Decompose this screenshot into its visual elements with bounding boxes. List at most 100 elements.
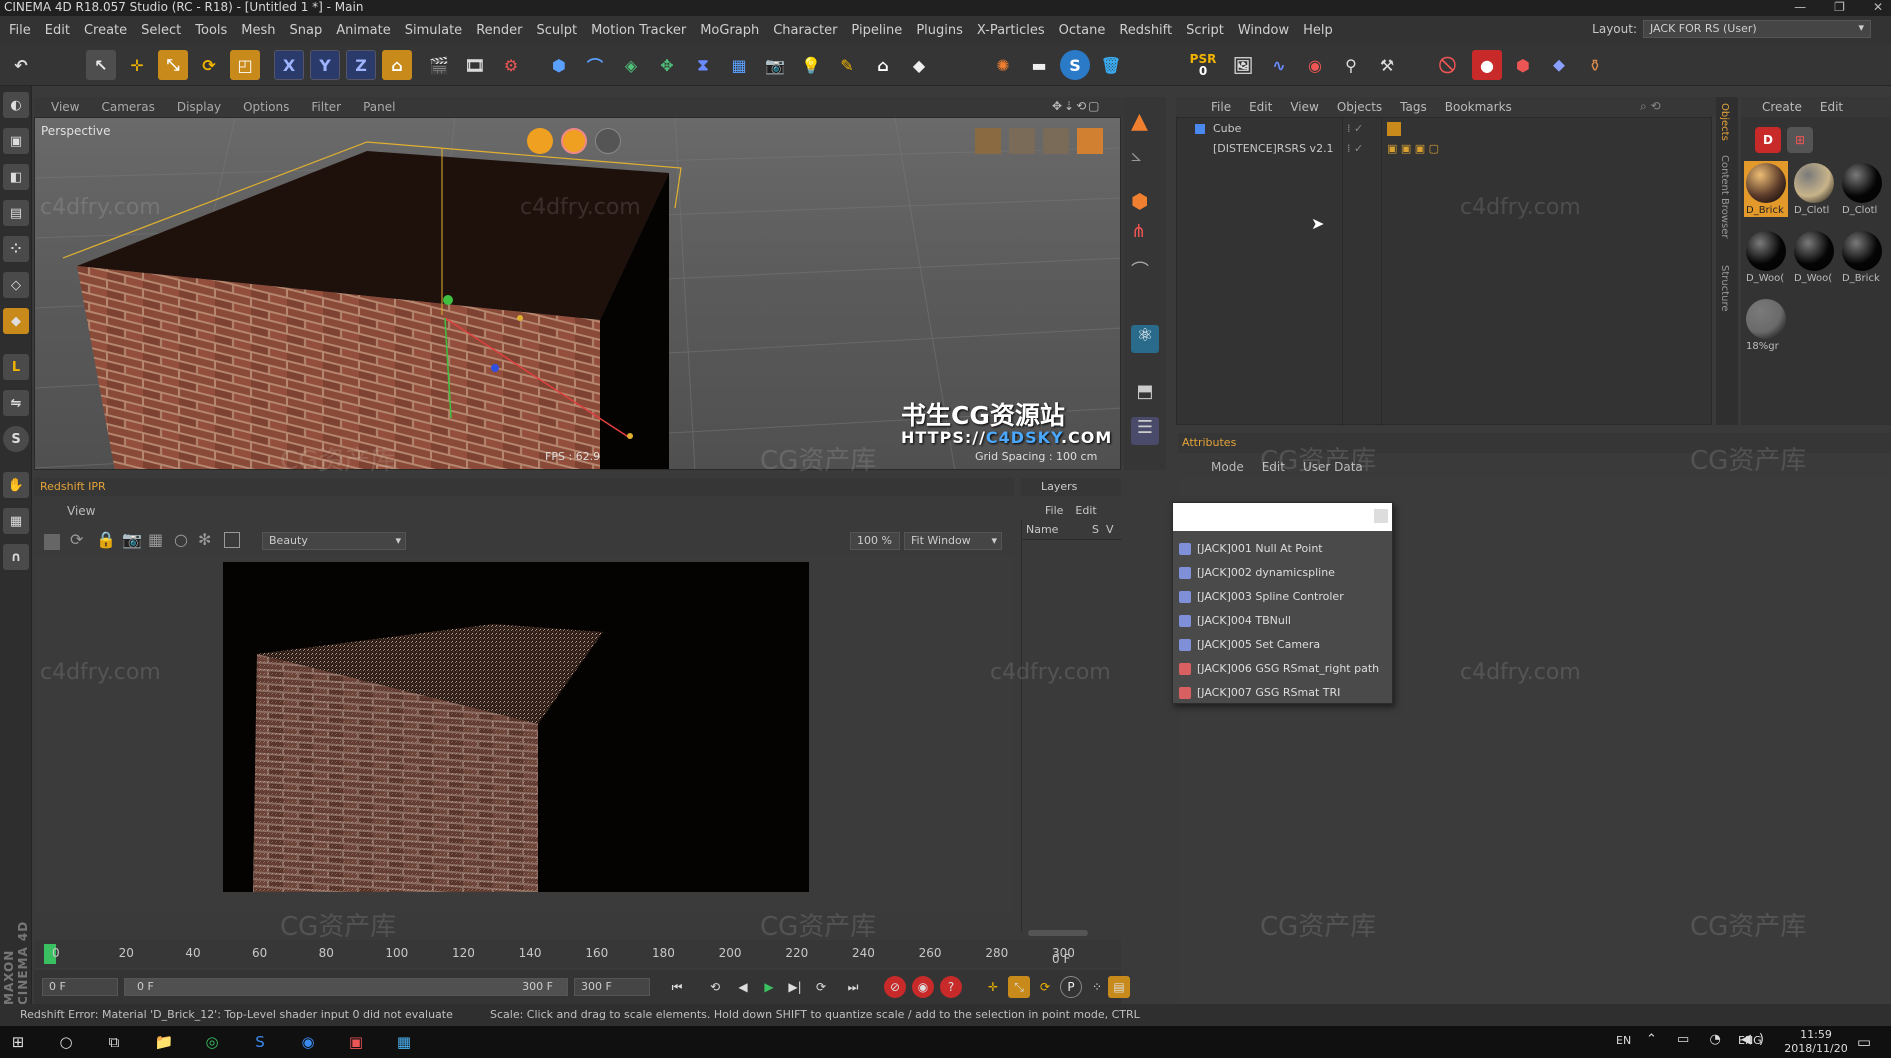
attr-menu-mode[interactable]: Mode (1202, 460, 1253, 474)
dropdown-item[interactable]: [JACK]006 GSG RSmat_right path (1173, 657, 1392, 681)
house-icon[interactable]: ⌂ (868, 50, 898, 80)
dropdown-item[interactable]: [JACK]004 TBNull (1173, 609, 1392, 633)
menu-mesh[interactable]: Mesh (234, 23, 282, 38)
lock-icon[interactable]: 🔒 (96, 530, 116, 549)
menu-tools[interactable]: Tools (188, 23, 234, 38)
axis-z-button[interactable]: Z (346, 50, 376, 80)
measure-icon[interactable]: ⦣ (1131, 145, 1159, 171)
grid-icon[interactable]: ▦ (3, 508, 29, 534)
layers-scrollbar[interactable] (1028, 930, 1088, 936)
bottle-icon[interactable]: ⚱ (1580, 50, 1610, 80)
windows-start-icon[interactable]: ⊞ (6, 1030, 30, 1054)
material-swatch[interactable]: D_Brick (1840, 229, 1884, 285)
tab-objects[interactable]: Objects (1719, 103, 1730, 141)
key-rotation-icon[interactable]: ⟳ (1034, 976, 1056, 998)
tab-structure[interactable]: Structure (1719, 265, 1730, 312)
render-off-icon[interactable] (595, 128, 621, 154)
layout-dropdown[interactable]: JACK FOR RS (User) ▾ (1643, 20, 1871, 38)
model-mode-icon[interactable]: ▣ (3, 128, 29, 154)
region-icon[interactable] (224, 532, 240, 548)
fit-select[interactable]: Fit Window ▾ (904, 532, 1002, 550)
viewport-nav-icons[interactable]: ✥⇣⟲▢ (1052, 99, 1102, 113)
menu-simulate[interactable]: Simulate (398, 23, 469, 38)
menu-script[interactable]: Script (1179, 23, 1231, 38)
undo-icon[interactable]: ↶ (6, 50, 36, 80)
grid-view-icon[interactable]: ▦ (148, 530, 163, 549)
axis-x-button[interactable]: X (274, 50, 304, 80)
key-pla-icon[interactable]: ⁘ (1086, 976, 1108, 998)
redshift-render-icon[interactable]: ✺ (988, 50, 1018, 80)
sogou-icon[interactable]: S (248, 1030, 272, 1054)
close-button[interactable]: ✕ (1873, 0, 1883, 16)
psr-button[interactable]: PSR 0 (1188, 50, 1218, 80)
layers-menu-edit[interactable]: Edit (1075, 504, 1096, 517)
menu-snap[interactable]: Snap (283, 23, 330, 38)
dropdown-search-field[interactable] (1173, 503, 1392, 531)
display-solid-icon[interactable] (1077, 128, 1103, 154)
rotate-icon[interactable]: ⟳ (194, 50, 224, 80)
menu-character[interactable]: Character (766, 23, 844, 38)
keyframe-help-icon[interactable]: ? (940, 976, 962, 998)
triangle-tool-icon[interactable]: ▲ (1131, 109, 1159, 135)
prev-frame-icon[interactable]: ◀ (732, 976, 754, 998)
magnet-snap-icon[interactable]: ∩ (3, 544, 29, 570)
menu-help[interactable]: Help (1296, 23, 1340, 38)
menu-mograph[interactable]: MoGraph (693, 23, 766, 38)
app-icon-red[interactable]: ▣ (344, 1030, 368, 1054)
dropdown-scroll-handle[interactable] (1374, 509, 1388, 523)
om-menu-view[interactable]: View (1281, 100, 1327, 114)
minimize-button[interactable]: — (1794, 0, 1806, 16)
forbidden-icon[interactable]: ⃠ (1436, 50, 1466, 80)
menu-animate[interactable]: Animate (329, 23, 397, 38)
deformer-icon[interactable]: ⧗ (688, 50, 718, 80)
texture-mode-icon[interactable]: ◧ (3, 164, 29, 190)
app-icon-blue[interactable]: ▦ (392, 1030, 416, 1054)
display-lines-icon[interactable] (1009, 128, 1035, 154)
object-row[interactable]: Cube ⁞ ✓ (1177, 120, 1713, 138)
perspective-viewport[interactable]: Perspective 书生CG资源站 HTTPS://C4DSKY.COM F… (34, 117, 1121, 470)
menu-window[interactable]: Window (1231, 23, 1296, 38)
go-to-end-icon[interactable]: ⏭ (842, 976, 864, 998)
material-swatch[interactable]: D_Woo( (1792, 229, 1836, 285)
dropdown-item[interactable]: [JACK]005 Set Camera (1173, 633, 1392, 657)
camera-icon[interactable]: 📷 (760, 50, 790, 80)
material-swatch[interactable]: D_Clotl (1792, 161, 1836, 217)
trash-icon[interactable]: 🗑 (1096, 50, 1126, 80)
stop-icon[interactable] (44, 534, 60, 550)
particles-icon[interactable]: ◉ (1300, 50, 1330, 80)
expression-tags-icon[interactable]: ▣ ▣ ▣ ▢ (1387, 140, 1439, 158)
list-icon[interactable]: ☰ (1131, 417, 1159, 445)
task-view-icon[interactable]: ⧉ (102, 1030, 126, 1054)
menu-sculpt[interactable]: Sculpt (529, 23, 584, 38)
material-swatch[interactable]: 18%gr (1744, 297, 1788, 353)
plane-icon[interactable]: ◆ (904, 50, 934, 80)
key-param-icon[interactable]: P (1060, 976, 1082, 998)
om-menu-file[interactable]: File (1202, 100, 1240, 114)
preset-icon[interactable]: ⬒ (1131, 381, 1159, 409)
menu-select[interactable]: Select (134, 23, 188, 38)
play-icon[interactable]: ▶ (758, 976, 780, 998)
wechat-icon[interactable]: ◎ (200, 1030, 224, 1054)
y-axis-knob[interactable] (443, 295, 453, 305)
select-arrow-icon[interactable]: ↖ (86, 50, 116, 80)
loop-forward-icon[interactable]: ⟳ (810, 976, 832, 998)
image-viewer-icon[interactable]: 🖼 (1228, 50, 1258, 80)
keyboard-lang[interactable]: ENG (1738, 1034, 1762, 1047)
scale-icon[interactable]: ⤡ (158, 50, 188, 80)
input-lang-indicator[interactable]: EN (1616, 1034, 1631, 1047)
axis-mode-icon[interactable]: L (3, 354, 29, 380)
make-editable-icon[interactable]: ◐ (3, 92, 29, 118)
cube-primitive-icon[interactable]: ⬢ (544, 50, 574, 80)
viewport-menu-filter[interactable]: Filter (300, 100, 352, 114)
axis-y-button[interactable]: Y (310, 50, 340, 80)
material-swatch[interactable]: D_Clotl (1840, 161, 1884, 217)
visibility-dots-icon[interactable]: ⁞ ✓ (1347, 140, 1363, 158)
om-menu-bookmarks[interactable]: Bookmarks (1436, 100, 1521, 114)
max-frame-field[interactable]: 300 F (574, 978, 650, 996)
current-frame-field[interactable]: 0 F (42, 978, 118, 996)
tab-content-browser[interactable]: Content Browser (1719, 155, 1730, 238)
visibility-dots-icon[interactable]: ⁞ ✓ (1347, 120, 1363, 138)
polygons-mode-icon[interactable]: ◆ (3, 308, 29, 334)
node-material-icon[interactable]: ⊞ (1787, 127, 1813, 153)
menu-render[interactable]: Render (469, 23, 529, 38)
